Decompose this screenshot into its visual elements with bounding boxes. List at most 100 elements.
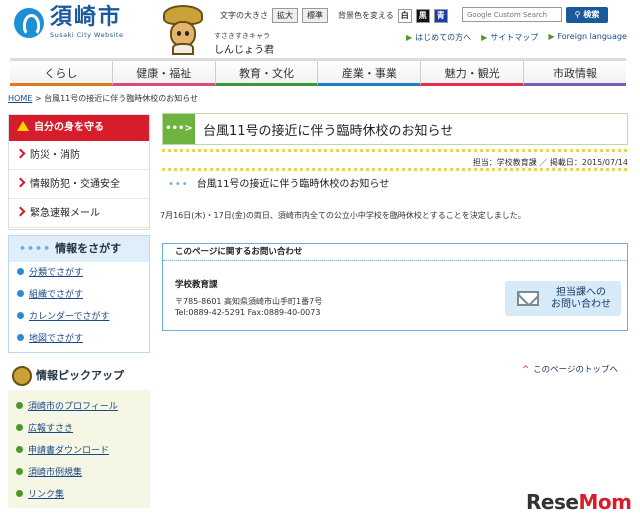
watermark-brand-b: Mom (578, 490, 632, 514)
bg-blue-button[interactable]: 青 (433, 8, 448, 23)
text-size-standard-button[interactable]: 標準 (302, 8, 328, 23)
gnav-attractions-tourism[interactable]: 魅力・観光 (420, 61, 524, 86)
arrow-icon: ▶ (548, 32, 555, 41)
global-nav: くらし 健康・福祉 教育・文化 産業・事業 魅力・観光 市政情報 (10, 58, 626, 86)
gnav-industry-business[interactable]: 産業・事業 (317, 61, 421, 86)
section-heading-text: 台風11号の接近に伴う臨時休校のお知らせ (196, 179, 390, 190)
arrow-icon: ▶ (481, 33, 488, 42)
find-item-organization-link[interactable]: 組織でさがす (29, 290, 83, 300)
contact-address: 〒785-8601 高知県須崎市山手町1番7号 (175, 297, 323, 306)
pickup-item-koho[interactable]: 広報すさき (8, 418, 150, 440)
link-first-time-label: はじめての方へ (415, 33, 472, 42)
dots-icon: •••• (19, 242, 52, 255)
gnav-city-info[interactable]: 市政情報 (523, 61, 626, 86)
bullet-icon (17, 334, 24, 341)
link-first-time[interactable]: ▶ はじめての方へ (406, 32, 471, 43)
contact-mail-button[interactable]: 担当課への お問い合わせ (505, 281, 621, 316)
bullet-icon (16, 402, 23, 409)
pickup-item-profile-link[interactable]: 須崎市のプロフィール (28, 402, 118, 412)
bg-color-label: 背景色を変える (338, 11, 394, 20)
bullet-icon (17, 290, 24, 297)
contact-mail-label: 担当課への お問い合わせ (551, 287, 611, 311)
link-foreign-language-label: Foreign language (557, 32, 627, 41)
protect-yourself-box: 自分の身を守る 防災・消防 情報防犯・交通安全 緊急速報メール (8, 114, 150, 230)
pickup-item-links[interactable]: リンク集 (8, 484, 150, 506)
resemom-watermark: ReseMom (526, 490, 632, 514)
pickup-item-koho-link[interactable]: 広報すさき (28, 424, 73, 434)
link-foreign-language[interactable]: ▶ Foreign language (548, 32, 627, 43)
search-input[interactable] (462, 7, 562, 22)
link-sitemap[interactable]: ▶ サイトマップ (481, 32, 538, 43)
pickup-item-regulations[interactable]: 須崎市例規集 (8, 462, 150, 484)
logo-name: 須崎市 (50, 5, 123, 30)
protect-item-emergency-mail[interactable]: 緊急速報メール (9, 199, 149, 228)
pickup-item-links-link[interactable]: リンク集 (28, 490, 64, 500)
pickup-item-profile[interactable]: 須崎市のプロフィール (8, 396, 150, 418)
header-links: ▶ はじめての方へ ▶ サイトマップ ▶ Foreign language (406, 32, 627, 43)
pickup-header: 情報ピックアップ (8, 362, 150, 390)
mascot-caption: すさきすきキャラ (214, 32, 270, 40)
section-heading: ••• 台風11号の接近に伴う臨時休校のお知らせ (168, 175, 389, 190)
bg-black-button[interactable]: 黒 (415, 8, 430, 23)
page-top-link[interactable]: ^ このページのトップへ (522, 363, 618, 375)
city-emblem-icon (14, 7, 44, 38)
watermark-brand-a: Rese (526, 490, 579, 514)
breadcrumb-separator: > (32, 94, 45, 103)
mascot-name: しんじょう君 (214, 45, 274, 56)
find-item-calendar-link[interactable]: カレンダーでさがす (29, 312, 109, 322)
text-size-large-button[interactable]: 拡大 (272, 8, 298, 23)
up-arrow-icon: ^ (522, 365, 530, 375)
contact-mail-line1: 担当課への (556, 286, 606, 298)
protect-header[interactable]: 自分の身を守る (9, 115, 149, 141)
envelope-icon (517, 291, 539, 306)
site-logo[interactable]: 須崎市 Susaki City Website (14, 6, 123, 39)
find-item-organization[interactable]: 組織でさがす (9, 284, 149, 306)
page-top-label: このページのトップへ (533, 365, 618, 375)
site-header: 須崎市 Susaki City Website すさきすきキャラ しんじょう君 … (0, 0, 640, 58)
bullet-icon (16, 490, 23, 497)
link-sitemap-label: サイトマップ (490, 33, 539, 42)
find-item-category[interactable]: 分類でさがす (9, 262, 149, 284)
find-item-calendar[interactable]: カレンダーでさがす (9, 306, 149, 328)
protect-item-crime-traffic[interactable]: 情報防犯・交通安全 (9, 170, 149, 199)
bullet-icon (16, 446, 23, 453)
find-item-category-link[interactable]: 分類でさがす (29, 268, 83, 278)
mascot-image[interactable] (157, 3, 209, 55)
gnav-education-culture[interactable]: 教育・文化 (214, 61, 318, 86)
accessibility-tools: 文字の大きさ 拡大 標準 背景色を変える 白 黒 青 (220, 8, 448, 23)
gnav-health-welfare[interactable]: 健康・福祉 (111, 61, 215, 86)
contact-box: このページに関するお問い合わせ 学校教育課 〒785-8601 高知県須崎市山手… (162, 243, 628, 331)
contact-title: このページに関するお問い合わせ (163, 244, 627, 261)
protect-item-disaster[interactable]: 防災・消防 (9, 141, 149, 170)
bullet-icon (17, 312, 24, 319)
page-meta: 担当：学校教育課 ／ 掲載日：2015/07/14 (472, 158, 628, 167)
pickup-box: 情報ピックアップ 須崎市のプロフィール 広報すさき 申請書ダウンロード 須崎市例… (8, 362, 150, 512)
gnav-kurashi[interactable]: くらし (10, 61, 112, 86)
divider-dots (162, 149, 628, 152)
logo-subtitle: Susaki City Website (50, 31, 124, 39)
page-title: 台風11号の接近に伴う臨時休校のお知らせ (203, 123, 454, 139)
bg-white-button[interactable]: 白 (397, 8, 412, 23)
divider-dots (162, 168, 628, 171)
breadcrumb-home[interactable]: HOME (8, 94, 32, 103)
bullet-icon (17, 268, 24, 275)
mascot-body (172, 43, 194, 55)
bullet-icon (16, 468, 23, 475)
contact-department: 学校教育課 (175, 280, 218, 290)
search-button-label: 検索 (583, 10, 600, 19)
bullet-icon (16, 424, 23, 431)
arrow-icon: ▶ (406, 33, 413, 42)
breadcrumb: HOME > 台風11号の接近に伴う臨時休校のお知らせ (8, 93, 198, 104)
pickup-item-regulations-link[interactable]: 須崎市例規集 (28, 468, 82, 478)
pickup-title: 情報ピックアップ (36, 369, 124, 382)
find-item-map[interactable]: 地図でさがす (9, 328, 149, 350)
title-arrow-icon: •••> (163, 114, 195, 144)
page-title-bar: •••> 台風11号の接近に伴う臨時休校のお知らせ (162, 113, 628, 145)
search-button[interactable]: ⚲ 検索 (566, 7, 608, 23)
pickup-item-forms-link[interactable]: 申請書ダウンロード (28, 446, 109, 456)
breadcrumb-current: 台風11号の接近に伴う臨時休校のお知らせ (44, 94, 199, 103)
contact-mail-line2: お問い合わせ (551, 298, 611, 310)
pickup-item-forms[interactable]: 申請書ダウンロード (8, 440, 150, 462)
find-info-header: •••• 情報をさがす (9, 236, 149, 262)
find-item-map-link[interactable]: 地図でさがす (29, 334, 83, 344)
